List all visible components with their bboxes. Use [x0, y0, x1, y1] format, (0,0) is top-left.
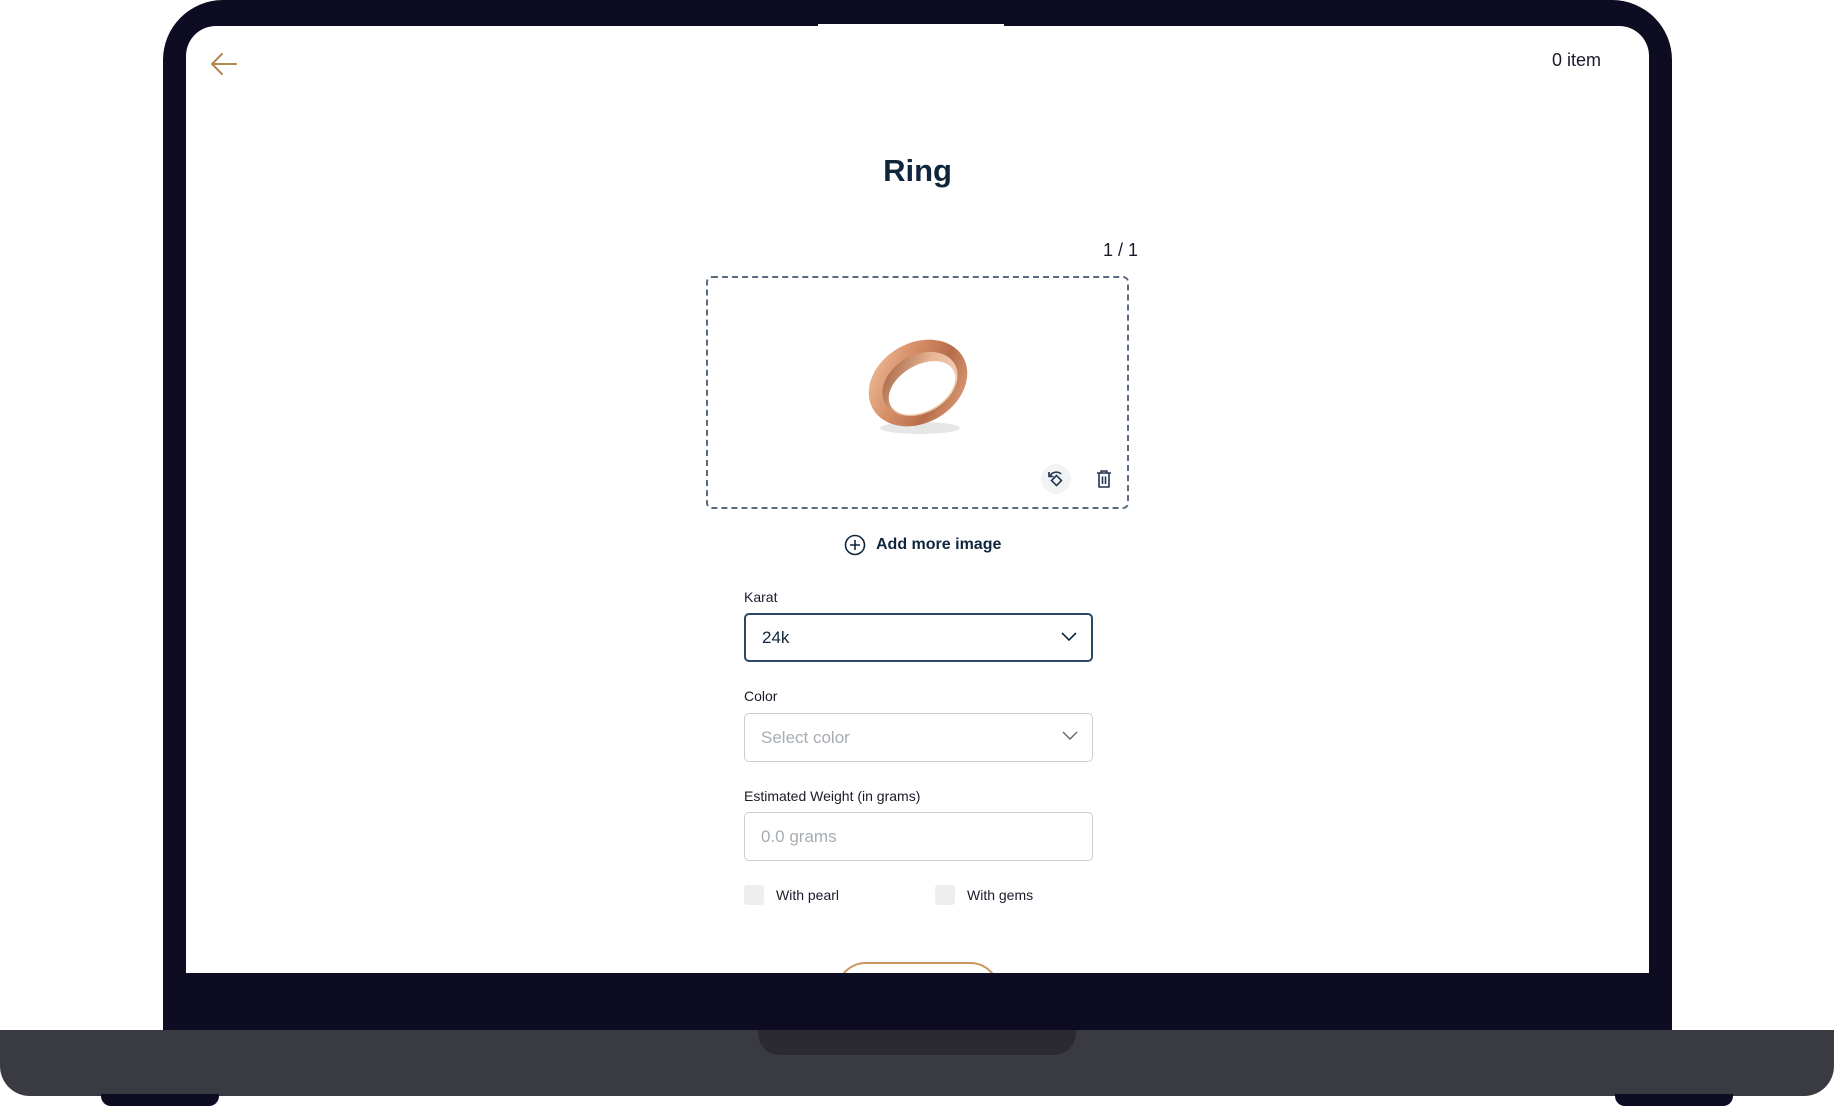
image-preview — [706, 276, 1129, 509]
karat-value: 24k — [762, 627, 790, 647]
with-pearl-checkbox[interactable]: With pearl — [744, 885, 839, 905]
weight-label: Estimated Weight (in grams) — [744, 788, 921, 804]
chevron-down-icon — [1062, 731, 1078, 740]
camera-notch — [818, 24, 1004, 28]
color-label: Color — [744, 688, 778, 704]
karat-label: Karat — [744, 589, 778, 605]
image-counter: 1 / 1 — [1102, 240, 1138, 260]
arrow-left-icon — [211, 53, 237, 75]
app-screen: 0 item Ring 1 / 1 Add more image Karat 2… — [186, 26, 1649, 973]
trash-icon — [1097, 470, 1111, 488]
laptop-base-notch — [758, 1030, 1076, 1055]
checkbox-box[interactable] — [935, 885, 955, 905]
plus-circle-icon — [844, 534, 866, 556]
submit-button[interactable] — [836, 962, 1000, 973]
page-title: Ring — [883, 153, 952, 188]
chevron-down-icon — [1061, 632, 1077, 642]
checkbox-box[interactable] — [744, 885, 764, 905]
with-gems-checkbox[interactable]: With gems — [935, 885, 1033, 905]
laptop-foot-right — [1615, 1094, 1733, 1106]
add-more-image-label: Add more image — [876, 536, 1002, 553]
color-select[interactable]: Select color — [744, 713, 1093, 762]
rotate-image-button[interactable] — [1041, 464, 1071, 494]
with-gems-label: With gems — [967, 887, 1034, 903]
ring-image — [858, 328, 978, 443]
color-placeholder: Select color — [761, 727, 850, 747]
laptop-foot-left — [101, 1094, 219, 1106]
rotate-icon — [1048, 471, 1063, 487]
back-button[interactable] — [208, 50, 240, 78]
karat-select[interactable]: 24k — [744, 613, 1093, 662]
cart-count[interactable]: 0 item — [1552, 50, 1601, 71]
add-more-image-button[interactable]: Add more image — [844, 532, 1001, 558]
with-pearl-label: With pearl — [776, 887, 840, 903]
delete-image-button[interactable] — [1089, 464, 1119, 494]
weight-input[interactable] — [744, 812, 1093, 861]
